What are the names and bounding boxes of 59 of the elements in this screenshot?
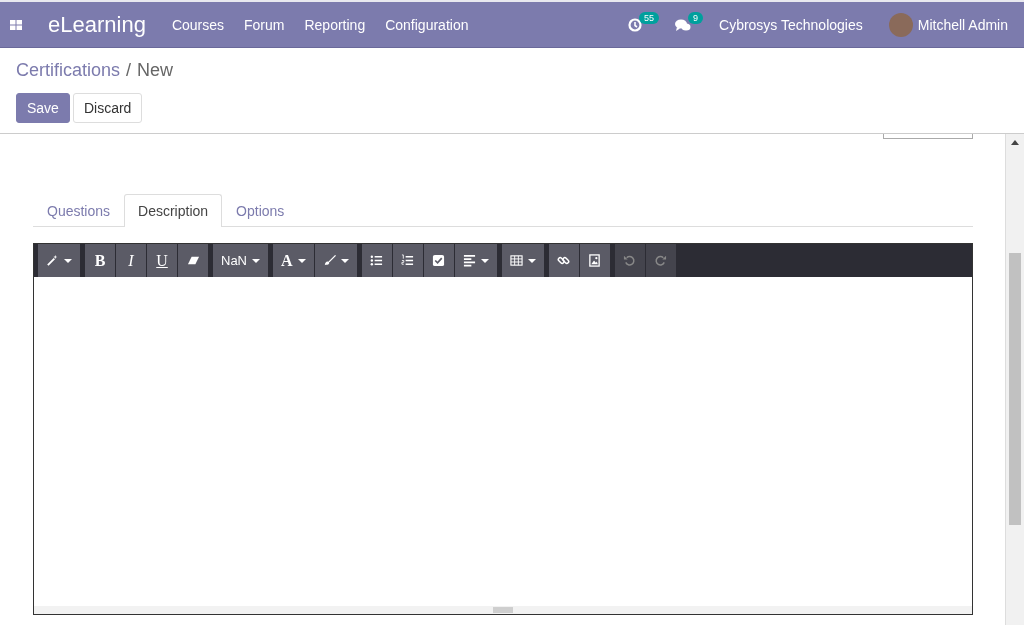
tab[interactable]: Questions: [33, 194, 125, 226]
bullet-list-icon: [370, 254, 384, 267]
caret-icon: [252, 258, 260, 263]
message-count-badge: 9: [688, 11, 703, 24]
checkbox-button[interactable]: [423, 244, 454, 277]
caret-icon: [297, 258, 306, 263]
discard-button[interactable]: Discard: [72, 93, 143, 123]
image-icon: [588, 254, 602, 267]
align-left-button[interactable]: [454, 244, 497, 277]
table-button[interactable]: [501, 244, 544, 277]
font-size-dropdown[interactable]: NaN: [213, 244, 268, 277]
link-button[interactable]: [548, 244, 579, 277]
scrollbar-thumb[interactable]: [1009, 253, 1021, 525]
bullet-list-button[interactable]: [361, 244, 392, 277]
italic-button[interactable]: I: [116, 244, 146, 277]
magic-wand-icon: [46, 254, 59, 267]
menu-item[interactable]: Configuration: [385, 16, 469, 33]
breadcrumb-separator: /: [126, 60, 132, 81]
bold-button[interactable]: B: [85, 244, 115, 277]
html-editor[interactable]: B I U NaN A: [33, 243, 973, 615]
apps-menu-icon[interactable]: [10, 19, 22, 30]
eraser-icon: [186, 254, 200, 267]
paintbrush-button[interactable]: [314, 244, 357, 277]
table-icon: [509, 254, 523, 267]
breadcrumb-current: New: [137, 60, 174, 81]
eraser-button[interactable]: [178, 244, 208, 277]
numbered-list-button[interactable]: [392, 244, 423, 277]
tab[interactable]: Options: [222, 194, 299, 226]
breadcrumb-link[interactable]: Certifications: [16, 60, 121, 81]
caret-icon: [64, 258, 72, 263]
numbered-list-icon: [401, 254, 415, 267]
align-left-icon: [462, 254, 476, 267]
underline-button[interactable]: U: [147, 244, 177, 277]
tab[interactable]: Description: [124, 194, 223, 227]
menu-item[interactable]: Reporting: [304, 16, 366, 33]
scroll-up-arrow-icon[interactable]: [1011, 140, 1019, 145]
chat-bubbles-icon[interactable]: [675, 17, 691, 32]
image-button[interactable]: [579, 244, 610, 277]
link-icon: [557, 254, 571, 267]
caret-icon: [340, 258, 349, 263]
resize-handle-icon[interactable]: [493, 607, 513, 613]
caret-icon: [480, 258, 489, 263]
caret-icon: [527, 258, 536, 263]
app-name[interactable]: eLearning: [48, 11, 146, 38]
user-name[interactable]: Mitchell Admin: [917, 16, 1008, 33]
undo-icon: [623, 254, 637, 267]
save-button[interactable]: Save: [16, 93, 70, 123]
checkbox-icon: [432, 254, 446, 267]
activity-clock-icon[interactable]: [628, 17, 642, 32]
redo-icon: [654, 254, 668, 267]
menu-item[interactable]: Forum: [244, 16, 285, 33]
activity-count-badge: 55: [639, 11, 659, 24]
field-box[interactable]: [883, 134, 973, 139]
vertical-scrollbar[interactable]: [1005, 134, 1024, 625]
paintbrush-icon: [322, 254, 336, 267]
company-name[interactable]: Cybrosys Technologies: [719, 16, 863, 33]
magic-wand-button[interactable]: [38, 244, 80, 277]
font-color-dropdown[interactable]: A: [273, 244, 314, 277]
menu-item[interactable]: Courses: [171, 16, 224, 33]
